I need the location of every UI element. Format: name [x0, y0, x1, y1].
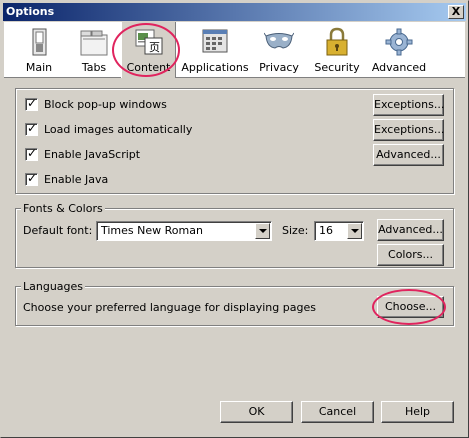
block-popups-label: Block pop-up windows [44, 97, 167, 111]
lock-icon [326, 27, 348, 56]
load-images-label: Load images automatically [44, 122, 193, 136]
default-font-label: Default font: [23, 224, 93, 237]
pane-toolbar: Main Tabs 页 Content Applications Privacy… [4, 22, 465, 78]
tab-security-label: Security [314, 61, 360, 74]
enable-js-row[interactable]: ✓ Enable JavaScript [25, 146, 140, 162]
svg-text:页: 页 [149, 41, 160, 54]
languages-description: Choose your preferred language for displ… [23, 301, 316, 314]
choose-language-button[interactable]: Choose... [377, 296, 444, 318]
enable-js-checkbox[interactable]: ✓ [25, 146, 38, 161]
image-exceptions-button[interactable]: Exceptions... [373, 119, 444, 141]
options-window: Options X Main Tabs 页 Content Applicatio… [0, 0, 469, 438]
enable-java-checkbox[interactable]: ✓ [25, 171, 38, 186]
font-size-select[interactable]: 16 [314, 221, 364, 241]
content-group: ✓ Block pop-up windows Exceptions... ✓ L… [15, 88, 454, 194]
enable-java-label: Enable Java [44, 172, 109, 186]
default-font-value: Times New Roman [101, 224, 203, 237]
window-title: Options [6, 5, 55, 18]
fonts-advanced-button[interactable]: Advanced... [377, 219, 444, 241]
tab-main-label: Main [25, 61, 53, 74]
tab-security[interactable]: Security [310, 22, 364, 78]
switch-icon [32, 28, 47, 56]
languages-heading: Languages [21, 280, 86, 293]
content-icon: 页 [135, 29, 162, 55]
size-label: Size: [282, 224, 309, 237]
tab-advanced-label: Advanced [371, 61, 427, 74]
tab-content[interactable]: 页 Content [121, 22, 176, 78]
tab-privacy-label: Privacy [259, 61, 299, 74]
load-images-row[interactable]: ✓ Load images automatically [25, 121, 192, 137]
enable-js-label: Enable JavaScript [44, 147, 141, 161]
applications-icon [202, 29, 228, 53]
tab-main[interactable]: Main [14, 22, 64, 78]
block-popups-row[interactable]: ✓ Block pop-up windows [25, 96, 167, 112]
languages-group: Languages Choose your preferred language… [15, 280, 454, 326]
gear-icon [385, 28, 413, 56]
tab-content-label: Content [126, 61, 171, 74]
tab-tabs-label: Tabs [81, 61, 107, 74]
tab-applications[interactable]: Applications [180, 22, 250, 78]
js-advanced-button[interactable]: Advanced... [373, 144, 444, 166]
fonts-colors-group: Fonts & Colors Default font: Times New R… [15, 202, 454, 268]
tabs-icon [80, 30, 108, 56]
default-font-select[interactable]: Times New Roman [96, 221, 272, 241]
load-images-checkbox[interactable]: ✓ [25, 121, 38, 136]
chevron-down-icon[interactable] [255, 223, 270, 239]
mask-icon [264, 32, 294, 49]
tab-tabs[interactable]: Tabs [69, 22, 119, 78]
title-bar[interactable]: Options X [3, 3, 466, 21]
font-size-value: 16 [319, 224, 333, 237]
enable-java-row[interactable]: ✓ Enable Java [25, 171, 108, 187]
ok-button[interactable]: OK [220, 401, 293, 423]
fonts-colors-heading: Fonts & Colors [21, 202, 105, 215]
chevron-down-icon[interactable] [347, 223, 362, 239]
block-popups-checkbox[interactable]: ✓ [25, 96, 38, 111]
tab-privacy[interactable]: Privacy [254, 22, 304, 78]
close-button[interactable]: X [448, 5, 464, 19]
colors-button[interactable]: Colors... [377, 244, 444, 266]
popup-exceptions-button[interactable]: Exceptions... [373, 94, 444, 116]
help-button[interactable]: Help [381, 401, 454, 423]
tab-applications-label: Applications [181, 61, 249, 74]
tab-advanced[interactable]: Advanced [368, 22, 430, 78]
cancel-button[interactable]: Cancel [301, 401, 374, 423]
